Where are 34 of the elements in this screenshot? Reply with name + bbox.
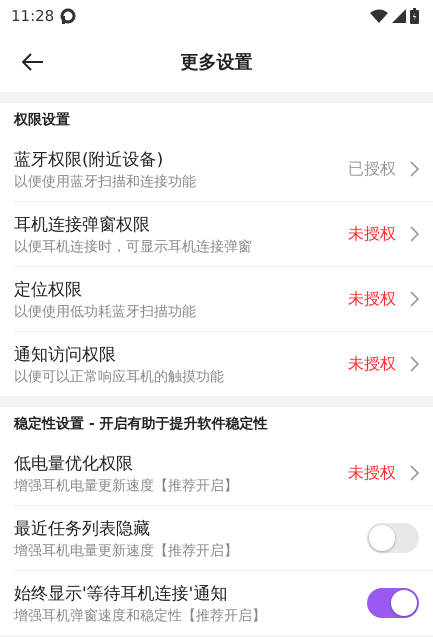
- section-title: 稳定性设置 - 开启有助于提升软件稳定性: [14, 414, 269, 434]
- setting-title: 耳机连接弹窗权限: [14, 214, 151, 236]
- setting-title: 通知访问权限: [14, 344, 117, 366]
- wifi-icon: [370, 9, 388, 23]
- permission-status: 未授权: [348, 462, 396, 484]
- toggle-switch[interactable]: [367, 588, 419, 618]
- permission-status: 未授权: [348, 288, 396, 310]
- setting-description: 以便使用低功耗蓝牙扫描功能: [14, 302, 197, 320]
- setting-description: 增强耳机电量更新速度【推荐开启】: [14, 476, 239, 494]
- page-title: 更多设置: [180, 51, 252, 74]
- chevron-right-icon[interactable]: [410, 465, 419, 481]
- setting-description: 增强耳机弹窗速度和稳定性【推荐开启】: [14, 606, 267, 624]
- chevron-right-icon[interactable]: [410, 161, 419, 177]
- section-title: 权限设置: [14, 111, 71, 130]
- setting-description: 以便耳机连接时，可显示耳机连接弹窗: [14, 238, 253, 256]
- permission-status: 已授权: [348, 158, 396, 180]
- setting-description: 增强耳机电量更新速度【推荐开启】: [14, 542, 239, 560]
- setting-title: 低电量优化权限: [14, 452, 134, 474]
- setting-title: 蓝牙权限(附近设备): [14, 148, 164, 170]
- app-notification-icon: [60, 8, 76, 24]
- setting-title: 始终显示'等待耳机连接'通知: [14, 582, 228, 604]
- chevron-right-icon[interactable]: [410, 356, 419, 372]
- battery-icon: [410, 8, 419, 24]
- permission-status: 未授权: [348, 354, 396, 374]
- setting-title: 最近任务列表隐藏: [14, 518, 151, 540]
- chevron-right-icon[interactable]: [410, 291, 419, 307]
- chevron-right-icon[interactable]: [410, 226, 419, 242]
- permission-status: 未授权: [348, 224, 396, 244]
- setting-description: 以便可以正常响应耳机的触摸功能: [14, 368, 225, 386]
- setting-title: 定位权限: [14, 278, 83, 300]
- setting-description: 以便使用蓝牙扫描和连接功能: [14, 172, 197, 190]
- status-time: 11:28: [11, 7, 54, 25]
- toggle-switch[interactable]: [367, 523, 419, 553]
- signal-icon: [392, 9, 406, 23]
